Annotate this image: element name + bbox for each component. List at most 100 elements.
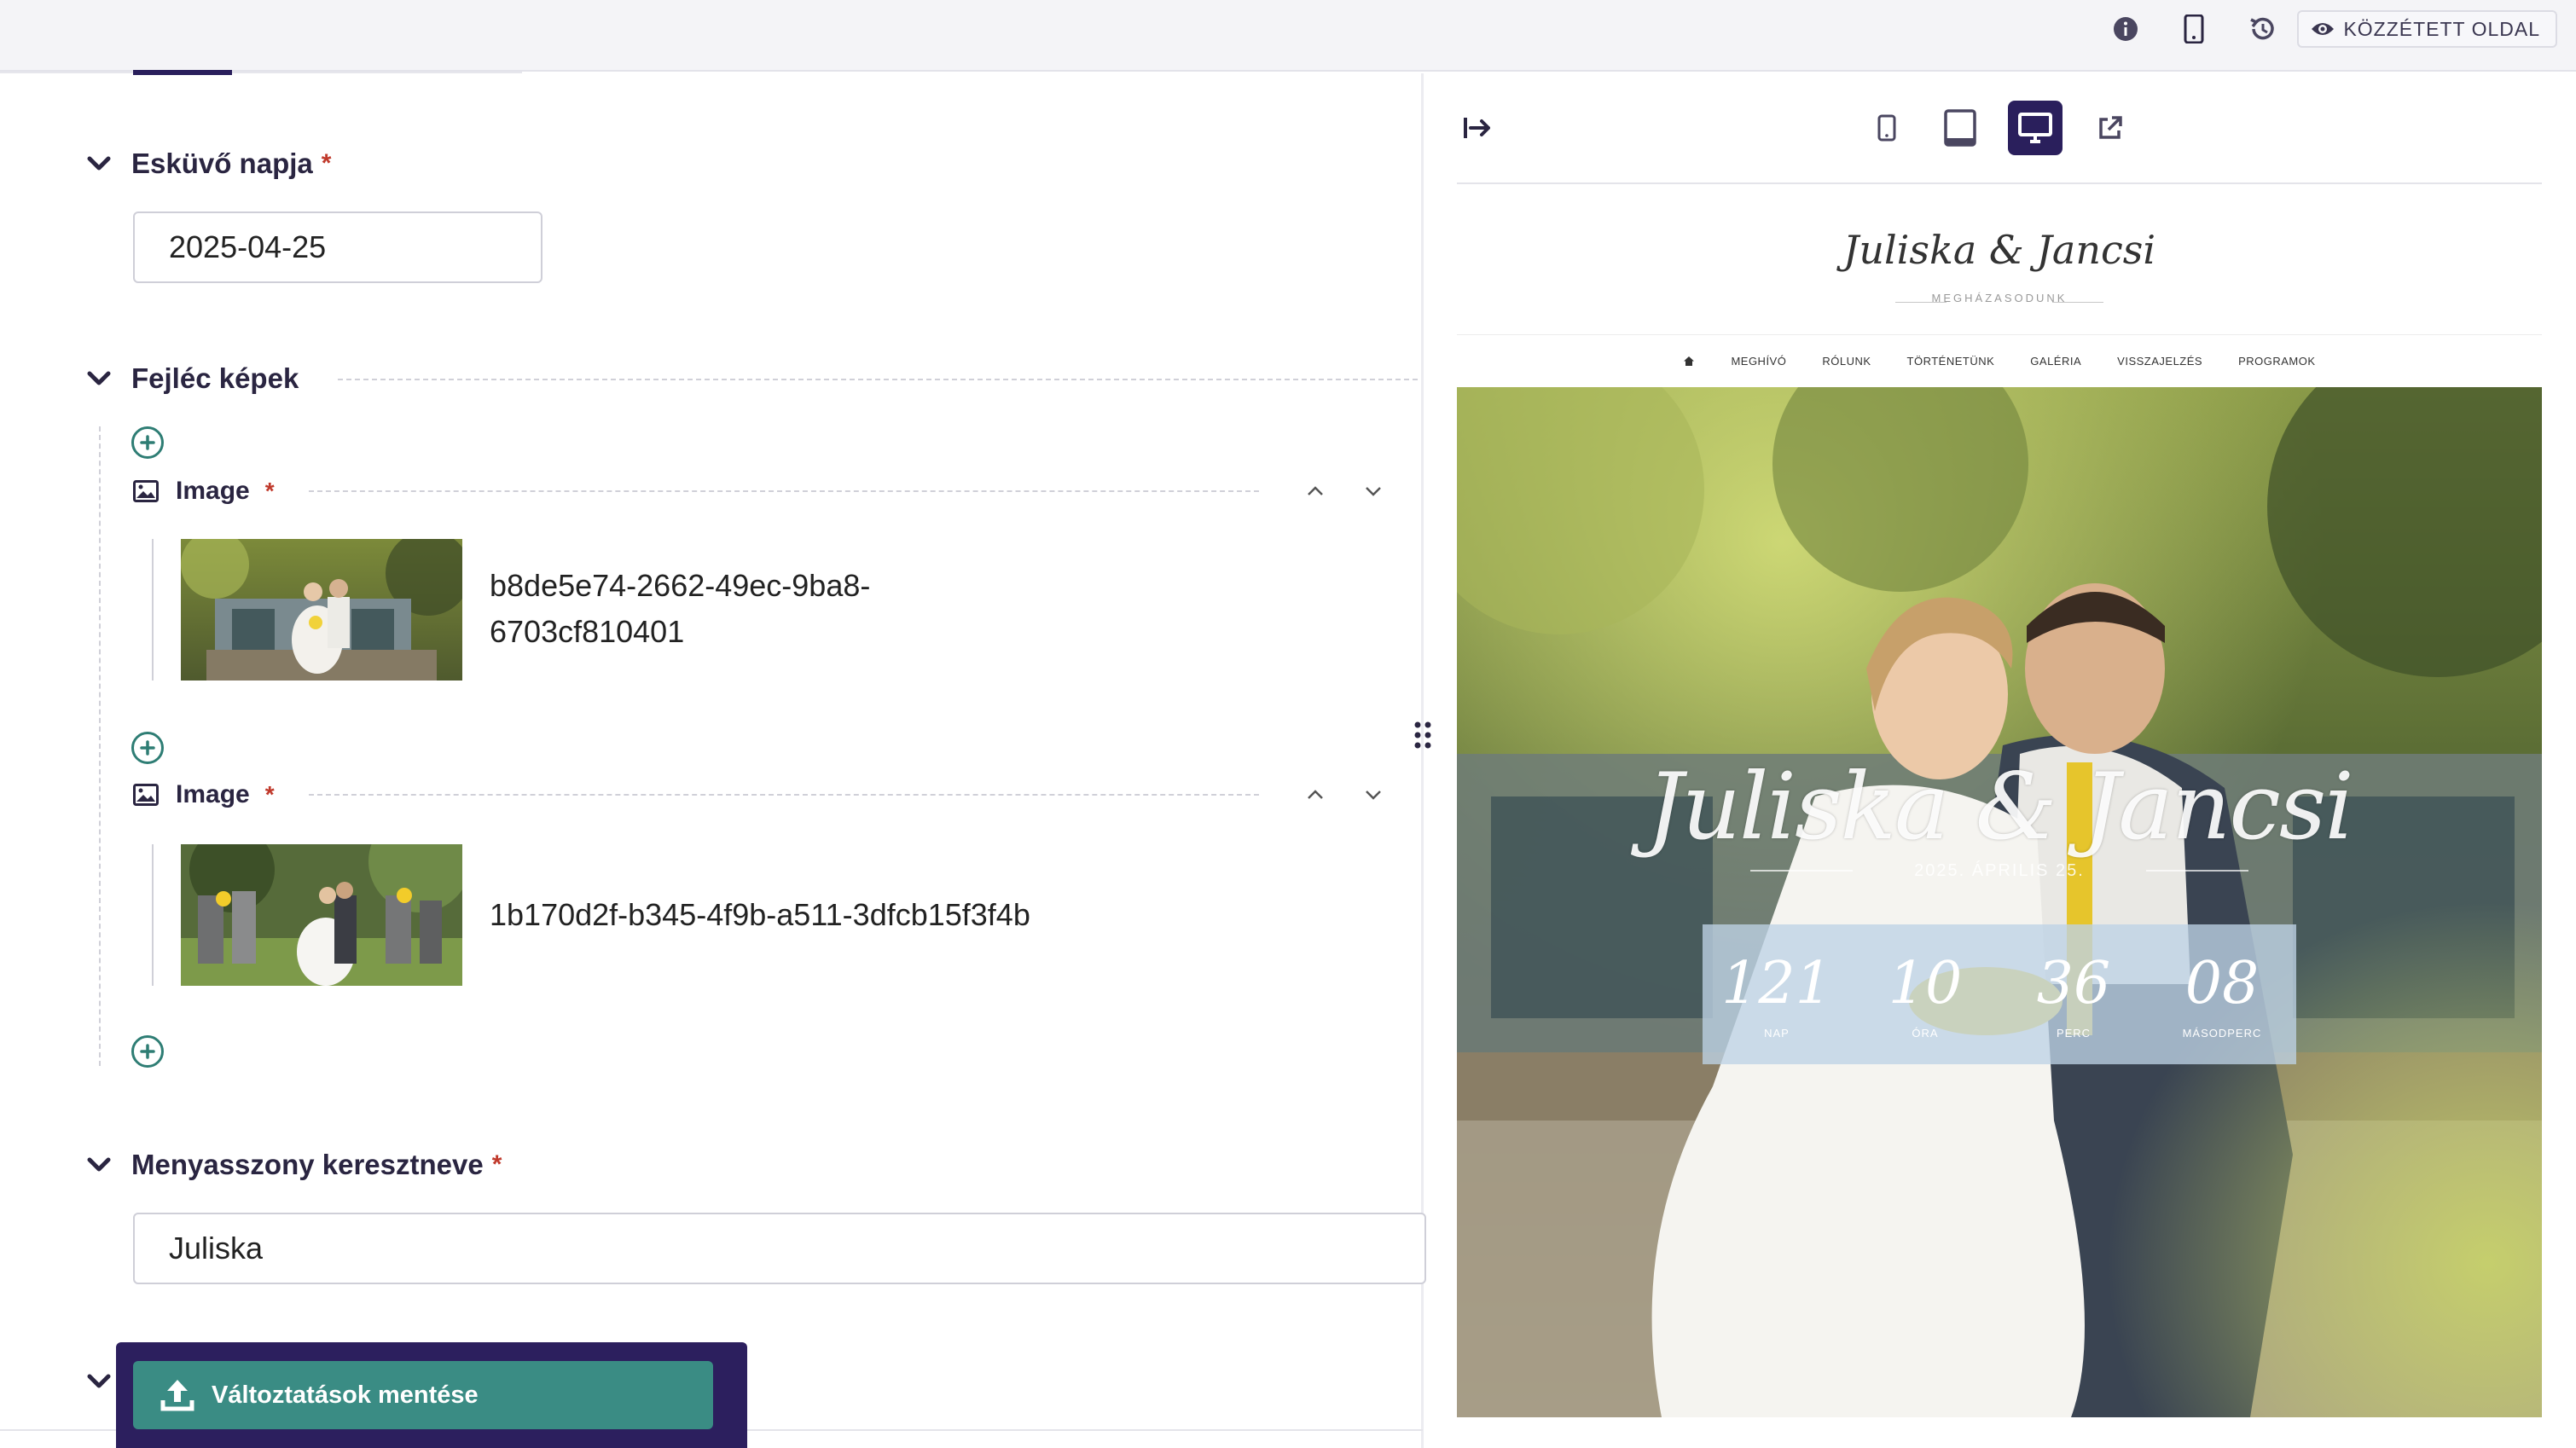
nav-item-programok[interactable]: PROGRAMOK: [2238, 355, 2315, 368]
item-divider: [309, 490, 1259, 492]
add-image-button[interactable]: [131, 1035, 164, 1068]
countdown-value: 36: [2036, 949, 2111, 1017]
image-item-header[interactable]: Image *: [133, 778, 275, 812]
home-icon[interactable]: [1683, 356, 1695, 367]
chevron-down-icon[interactable]: [82, 147, 116, 181]
published-page-button[interactable]: KÖZZÉTETT OLDAL: [2297, 10, 2557, 48]
countdown-label: NAP: [1764, 1026, 1790, 1040]
countdown-value: 121: [1721, 949, 1832, 1017]
plus-icon: [140, 435, 155, 450]
image-file-name-line: b8de5e74-2662-49ec-9ba8-: [490, 568, 871, 603]
device-desktop-button[interactable]: [2008, 101, 2063, 155]
countdown-label: ÓRA: [1912, 1026, 1939, 1040]
top-bar: KÖZZÉTETT OLDAL: [0, 0, 2576, 72]
nav-item-galeria[interactable]: GALÉRIA: [2030, 355, 2081, 368]
site-tagline: MEGHÁZASODUNK: [1931, 292, 2068, 304]
image-file-name-line: 6703cf810401: [490, 614, 685, 649]
nav-item-meghivo[interactable]: MEGHÍVÓ: [1731, 355, 1786, 368]
image-icon: [133, 479, 160, 503]
countdown-value: 08: [2184, 949, 2260, 1017]
header-images-section-header[interactable]: Fejléc képek: [82, 362, 299, 396]
chevron-down-icon[interactable]: [82, 1364, 116, 1399]
hero-section: Juliska & Jancsi 2025. ÁPRILIS 25. 121 N…: [1457, 387, 2542, 1417]
add-image-button[interactable]: [131, 732, 164, 764]
collapse-panel-icon[interactable]: [1459, 109, 1496, 147]
upload-icon: [160, 1380, 194, 1411]
item-divider: [309, 794, 1259, 796]
image-item-label: Image: [176, 780, 250, 808]
image-thumbnail[interactable]: [181, 539, 462, 681]
add-image-button[interactable]: [131, 426, 164, 459]
image-file-name: b8de5e74-2662-49ec-9ba8- 6703cf810401: [490, 563, 870, 655]
device-tablet-button[interactable]: [1933, 101, 1987, 155]
chevron-up-icon: [1308, 790, 1323, 799]
nav-item-tortenetunk[interactable]: TÖRTÉNETÜNK: [1907, 355, 1995, 368]
required-marker: *: [264, 781, 275, 808]
header-images-label: Fejléc képek: [131, 362, 299, 394]
info-icon[interactable]: [2109, 12, 2143, 46]
image-thumbnail[interactable]: [181, 844, 462, 986]
plus-icon: [140, 1044, 155, 1059]
mobile-icon: [1877, 114, 1896, 142]
save-bar: Változtatások mentése: [116, 1342, 747, 1448]
published-page-label: KÖZZÉTETT OLDAL: [2343, 17, 2540, 40]
nav-divider: [1457, 334, 2542, 335]
countdown: 121 NAP 10 ÓRA 36 PERC 08 MÁSODPERC: [1703, 924, 2296, 1064]
chevron-down-icon: [1366, 791, 1381, 800]
countdown-label: MÁSODPERC: [2182, 1026, 2262, 1040]
desktop-icon: [2018, 113, 2052, 143]
image-icon: [133, 783, 160, 807]
required-marker: *: [321, 149, 332, 177]
plus-icon: [140, 740, 155, 756]
countdown-seconds: 08 MÁSODPERC: [2148, 924, 2296, 1064]
item-guide-line: [152, 539, 154, 681]
tablet-icon: [1944, 109, 1976, 147]
nav-item-visszajelzes[interactable]: VISSZAJELZÉS: [2117, 355, 2202, 368]
wedding-date-section-header[interactable]: Esküvő napja *: [82, 147, 331, 181]
site-preview[interactable]: Juliska & Jancsi MEGHÁZASODUNK MEGHÍVÓ R…: [1457, 184, 2542, 1417]
chevron-up-icon: [1308, 486, 1323, 495]
site-nav: MEGHÍVÓ RÓLUNK TÖRTÉNETÜNK GALÉRIA VISSZ…: [1457, 355, 2542, 368]
countdown-value: 10: [1888, 949, 1963, 1017]
hero-title: Juliska & Jancsi: [1646, 754, 2354, 860]
history-icon[interactable]: [2245, 12, 2279, 46]
required-marker: *: [264, 478, 275, 504]
hero-date: 2025. ÁPRILIS 25.: [1914, 861, 2085, 880]
section-divider: [338, 379, 1418, 380]
chevron-down-icon[interactable]: [82, 1148, 116, 1182]
resize-handle-icon[interactable]: [1413, 720, 1433, 750]
wedding-date-field[interactable]: [133, 211, 542, 283]
image-item-label: Image: [176, 477, 250, 505]
bride-first-name-section-header[interactable]: Menyasszony keresztneve *: [82, 1148, 502, 1182]
site-logo[interactable]: Juliska & Jancsi: [1457, 227, 2542, 273]
nav-item-rolunk[interactable]: RÓLUNK: [1822, 355, 1871, 368]
save-changes-label: Változtatások mentése: [212, 1381, 479, 1409]
move-down-button[interactable]: [1358, 476, 1389, 507]
save-changes-button[interactable]: Változtatások mentése: [133, 1361, 713, 1429]
countdown-days: 121 NAP: [1703, 924, 1851, 1064]
bride-first-name-label: Menyasszony keresztneve: [131, 1149, 484, 1180]
move-up-button[interactable]: [1300, 476, 1331, 507]
wedding-date-label: Esküvő napja: [131, 148, 313, 179]
date-rule: [2146, 870, 2248, 872]
countdown-hours: 10 ÓRA: [1851, 924, 1999, 1064]
image-file-name: 1b170d2f-b345-4f9b-a511-3dfcb15f3f4b: [490, 897, 1030, 932]
item-guide-line: [152, 844, 154, 986]
eye-icon: [2312, 23, 2335, 35]
image-item-header[interactable]: Image *: [133, 474, 275, 508]
hero-photo: [1457, 387, 2542, 1417]
chevron-down-icon: [1366, 487, 1381, 496]
device-mobile-button[interactable]: [1859, 101, 1914, 155]
chevron-down-icon[interactable]: [82, 362, 116, 396]
countdown-label: PERC: [2056, 1026, 2092, 1040]
tagline-rule: [2052, 302, 2103, 303]
mobile-icon[interactable]: [2177, 12, 2211, 46]
external-link-icon: [2099, 116, 2122, 139]
bride-first-name-field[interactable]: [133, 1213, 1426, 1284]
required-marker: *: [491, 1150, 502, 1179]
move-down-button[interactable]: [1358, 779, 1389, 810]
list-guide-line: [99, 426, 101, 1066]
countdown-minutes: 36 PERC: [1999, 924, 2148, 1064]
open-external-button[interactable]: [2083, 101, 2138, 155]
move-up-button[interactable]: [1300, 779, 1331, 810]
